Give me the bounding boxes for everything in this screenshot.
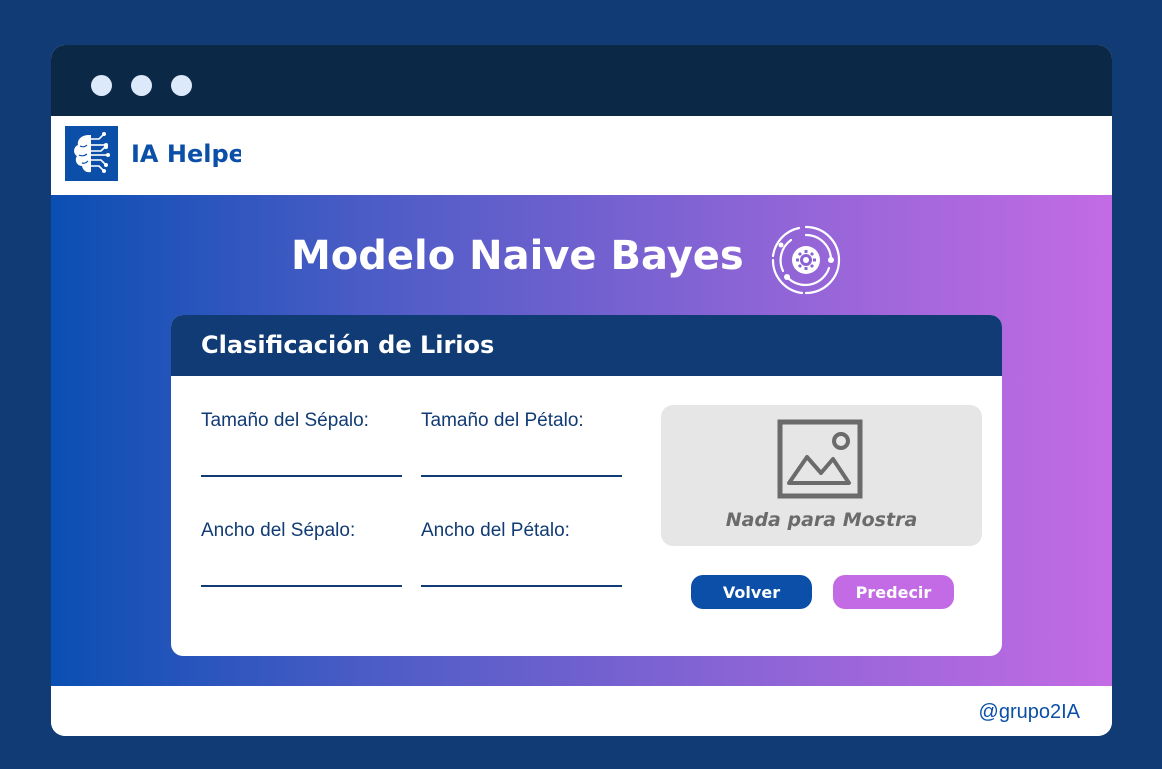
card-header: Clasificación de Lirios xyxy=(171,315,1002,376)
page-title: Modelo Naive Bayes xyxy=(291,233,744,279)
browser-window: IA Helper Modelo Naive Bayes xyxy=(51,45,1112,736)
window-dot[interactable] xyxy=(171,75,192,96)
app-header: IA Helper xyxy=(51,116,1112,195)
footer-credit: @grupo2IA xyxy=(978,701,1080,723)
app-name: IA Helper xyxy=(131,140,241,168)
back-button[interactable]: Volver xyxy=(691,575,812,609)
result-preview: Nada para Mostra xyxy=(661,405,982,546)
sepal-size-input[interactable] xyxy=(201,445,402,477)
footer: @grupo2IA xyxy=(51,686,1112,736)
sepal-width-input[interactable] xyxy=(201,555,402,587)
classification-card: Clasificación de Lirios Tamaño del Sépal… xyxy=(171,315,1002,656)
sepal-size-label: Tamaño del Sépalo: xyxy=(201,410,369,431)
petal-width-label: Ancho del Pétalo: xyxy=(421,520,570,541)
sepal-width-label: Ancho del Sépalo: xyxy=(201,520,356,541)
gear-orbit-icon xyxy=(769,223,843,297)
brain-circuit-icon xyxy=(65,126,118,181)
preview-placeholder-text: Nada para Mostra xyxy=(725,509,918,531)
hero-section: Modelo Naive Bayes Clasificación de Liri… xyxy=(51,195,1112,686)
card-title: Clasificación de Lirios xyxy=(201,331,495,359)
window-dot[interactable] xyxy=(131,75,152,96)
petal-width-input[interactable] xyxy=(421,555,622,587)
image-placeholder-icon xyxy=(777,419,863,499)
petal-size-label: Tamaño del Pétalo: xyxy=(421,410,584,431)
window-titlebar xyxy=(51,45,1112,116)
petal-size-input[interactable] xyxy=(421,445,622,477)
predict-button[interactable]: Predecir xyxy=(833,575,954,609)
window-dot[interactable] xyxy=(91,75,112,96)
